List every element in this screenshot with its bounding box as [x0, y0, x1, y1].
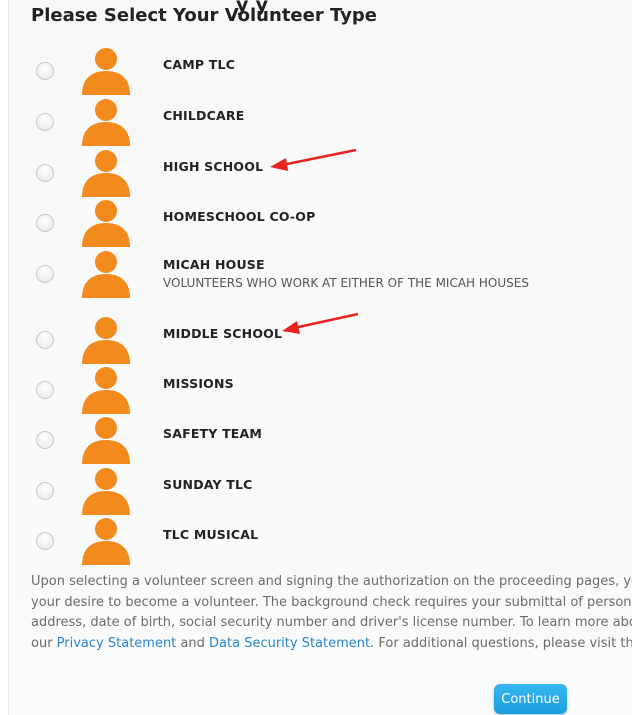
disclaimer-line: address, date of birth, social security …	[31, 615, 632, 630]
volunteer-type-label: MISSIONS	[163, 376, 234, 391]
volunteer-type-radio[interactable]	[36, 113, 54, 131]
volunteer-type-radio[interactable]	[36, 532, 54, 550]
disclaimer-text: our	[31, 635, 57, 651]
annotation-arrow-high-school	[270, 148, 357, 171]
person-icon	[82, 99, 130, 146]
volunteer-type-label: SUNDAY TLC	[163, 477, 253, 492]
volunteer-option-row[interactable]: CHILDCARE	[0, 98, 632, 148]
volunteer-type-radio[interactable]	[36, 331, 54, 349]
volunteer-option-row[interactable]: CAMP TLC	[0, 47, 632, 97]
volunteer-option-row[interactable]: SAFETY TEAM	[0, 416, 632, 466]
volunteer-type-label: HOMESCHOOL CO-OP	[163, 209, 316, 224]
volunteer-type-radio[interactable]	[36, 62, 54, 80]
volunteer-type-label: TLC MUSICAL	[163, 527, 259, 542]
volunteer-type-radio[interactable]	[36, 214, 54, 232]
volunteer-type-label: CAMP TLC	[163, 57, 236, 72]
person-icon	[82, 417, 130, 464]
volunteer-type-radio[interactable]	[36, 381, 54, 399]
continue-button[interactable]: Continue	[494, 684, 567, 714]
person-icon	[82, 150, 130, 197]
person-icon	[82, 200, 130, 247]
volunteer-type-label: CHILDCARE	[163, 108, 245, 123]
volunteer-type-radio[interactable]	[36, 164, 54, 182]
person-icon	[82, 48, 130, 95]
volunteer-type-label: MIDDLE SCHOOL	[163, 326, 283, 341]
volunteer-option-row[interactable]: TLC MUSICAL	[0, 517, 632, 567]
volunteer-option-row[interactable]: MICAH HOUSE VOLUNTEERS WHO WORK AT EITHER…	[0, 250, 632, 300]
volunteer-option-row[interactable]: SUNDAY TLC	[0, 467, 632, 517]
disclaimer-text: and	[176, 635, 210, 651]
volunteer-option-row[interactable]: HOMESCHOOL CO-OP	[0, 199, 632, 249]
volunteer-option-row[interactable]: MISSIONS	[0, 366, 632, 416]
volunteer-type-radio[interactable]	[36, 431, 54, 449]
page-title: Please Select Your Volunteer Type	[31, 5, 377, 26]
volunteer-type-label: MICAH HOUSE	[163, 257, 265, 272]
volunteer-type-label: HIGH SCHOOL	[163, 159, 264, 174]
person-icon	[82, 367, 130, 414]
volunteer-type-radio[interactable]	[36, 482, 54, 500]
volunteer-type-radio[interactable]	[36, 265, 54, 283]
disclaimer-line: our Privacy Statement and Data Security …	[31, 634, 632, 655]
disclaimer-text: . For additional questions, please visit…	[370, 635, 632, 651]
person-icon	[82, 317, 130, 364]
annotation-arrow-middle-school	[282, 312, 359, 334]
privacy-statement-link[interactable]: Privacy Statement	[57, 636, 177, 651]
data-security-statement-link[interactable]: Data Security Statement	[209, 636, 370, 651]
volunteer-type-description: VOLUNTEERS WHO WORK AT EITHER OF THE MIC…	[163, 276, 529, 290]
disclaimer-line: your desire to become a volunteer. The b…	[31, 594, 632, 610]
person-icon	[82, 518, 130, 565]
person-icon	[82, 251, 130, 298]
person-icon	[82, 468, 130, 515]
disclaimer-line: Upon selecting a volunteer screen and si…	[31, 574, 632, 589]
background-check-disclaimer: Upon selecting a volunteer screen and si…	[31, 572, 632, 654]
volunteer-type-label: SAFETY TEAM	[163, 426, 263, 441]
